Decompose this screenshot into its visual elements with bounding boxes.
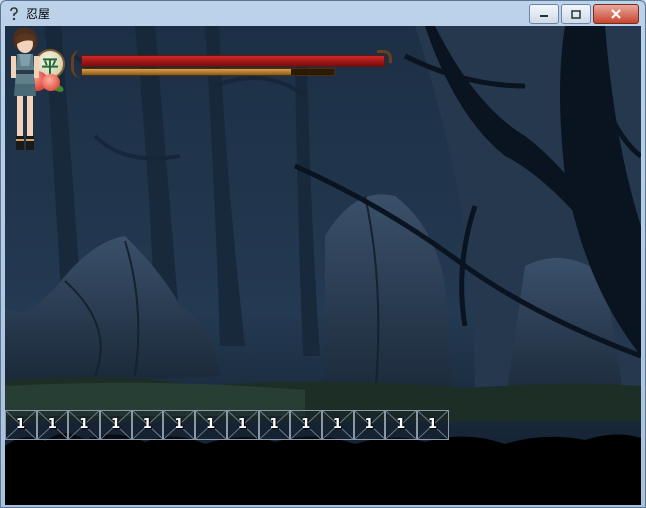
minimize-button[interactable] <box>529 4 559 24</box>
game-viewport[interactable]: 平 11111111111111 <box>5 26 641 505</box>
window-title: 忍屋 <box>26 7 51 21</box>
item-slot[interactable]: 1 <box>36 410 69 440</box>
item-count: 1 <box>427 417 437 432</box>
stamina-bar <box>81 68 335 76</box>
item-slot[interactable]: 1 <box>258 410 291 440</box>
health-bar-fill <box>82 56 384 66</box>
item-count: 1 <box>269 417 279 432</box>
item-slot[interactable]: 1 <box>353 410 386 440</box>
player-character <box>11 27 39 150</box>
stamina-bar-fill <box>82 69 292 75</box>
item-slot[interactable]: 1 <box>68 410 101 440</box>
item-slot[interactable]: 1 <box>195 410 227 440</box>
item-slot[interactable]: 1 <box>163 410 196 440</box>
health-bar <box>81 55 385 67</box>
gauge-frame-right <box>377 50 392 63</box>
help-question-icon[interactable] <box>7 6 21 21</box>
item-count: 1 <box>332 417 342 432</box>
maximize-icon <box>571 9 581 19</box>
game-window: 忍屋 平 1 1 1 1 1 1 1 1 1 1 1 1 1 1 <box>0 0 646 508</box>
item-count: 1 <box>111 417 121 432</box>
maximize-button[interactable] <box>561 4 591 24</box>
item-slot[interactable]: 1 <box>290 410 322 440</box>
item-slot[interactable]: 1 <box>226 410 259 440</box>
close-button[interactable] <box>593 4 639 24</box>
item-slot[interactable]: 1 <box>5 410 37 440</box>
item-count: 1 <box>396 417 406 432</box>
close-icon <box>611 9 621 19</box>
item-count: 1 <box>79 417 89 432</box>
item-count: 1 <box>364 417 374 432</box>
item-slot[interactable]: 1 <box>321 410 354 440</box>
item-count: 1 <box>301 417 311 432</box>
item-bar: 1 1 1 1 1 1 1 1 1 1 1 1 1 1 <box>5 410 449 440</box>
item-count: 1 <box>206 417 216 432</box>
item-count: 1 <box>47 417 57 432</box>
item-count: 1 <box>237 417 247 432</box>
minimize-icon <box>540 15 548 17</box>
item-slot[interactable]: 1 <box>100 410 132 440</box>
item-slot[interactable]: 1 <box>385 410 417 440</box>
item-count: 1 <box>142 417 152 432</box>
item-count: 1 <box>174 417 184 432</box>
item-slot[interactable]: 1 <box>131 410 164 440</box>
item-slot[interactable]: 1 <box>416 410 449 440</box>
item-count: 1 <box>16 417 26 432</box>
title-bar[interactable]: 忍屋 <box>1 1 645 26</box>
